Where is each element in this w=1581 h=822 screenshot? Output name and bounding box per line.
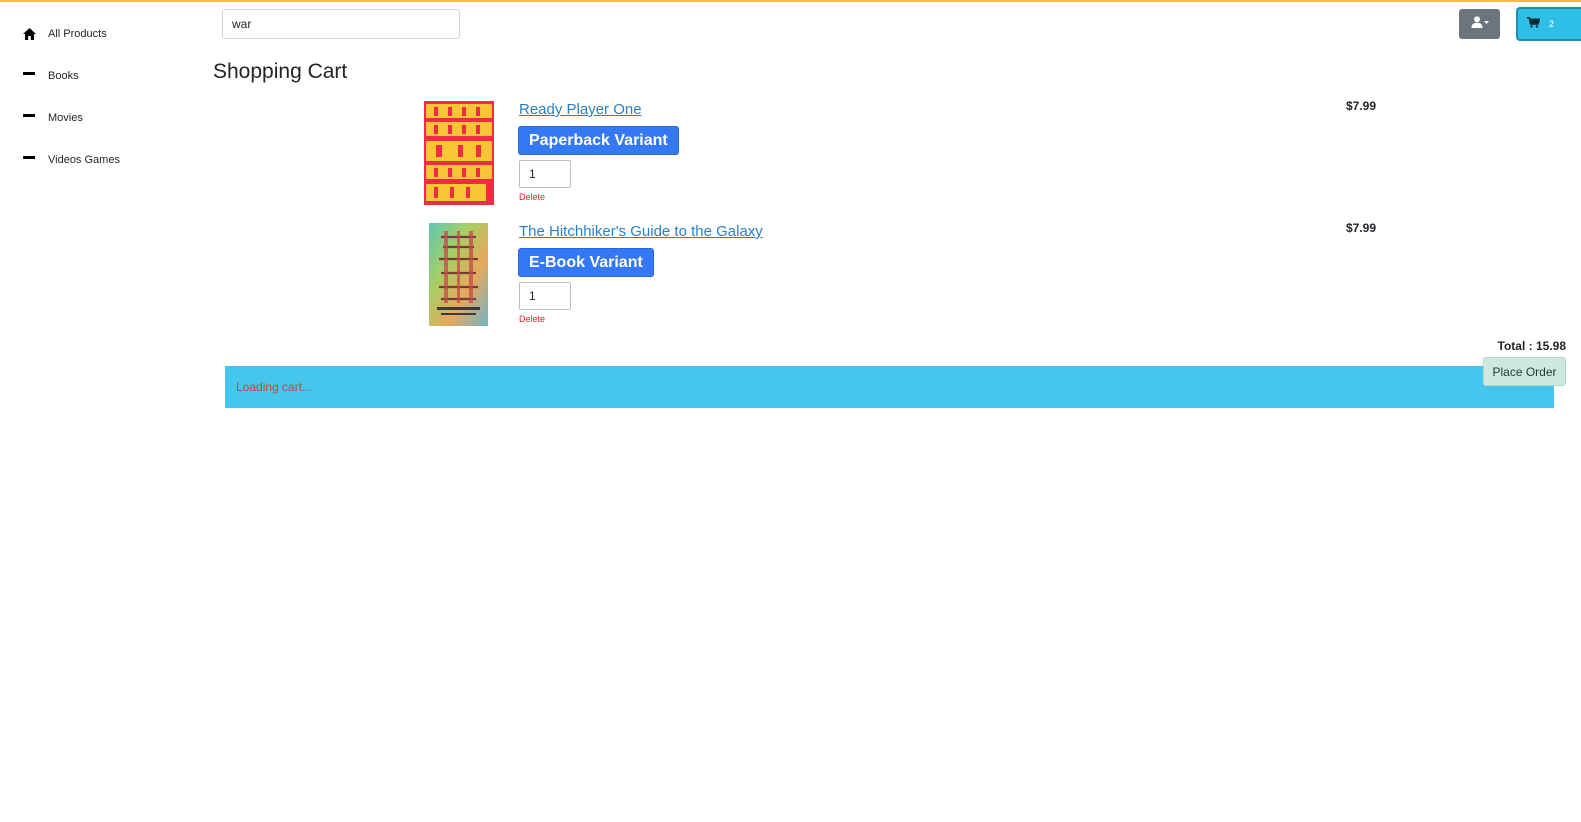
sidebar: All Products Books Movies Videos Games	[22, 24, 202, 192]
home-icon	[22, 27, 36, 41]
dash-icon	[22, 153, 36, 167]
delete-link[interactable]: Delete	[519, 314, 545, 324]
quantity-input[interactable]	[519, 282, 571, 310]
user-menu-button[interactable]	[1459, 9, 1500, 39]
search-input[interactable]	[222, 9, 460, 39]
product-title-link[interactable]: The Hitchhiker's Guide to the Galaxy	[519, 223, 763, 240]
sidebar-item-label: Books	[48, 70, 79, 82]
sidebar-item-all-products[interactable]: All Products	[22, 24, 202, 44]
item-price: $7.99	[1346, 221, 1377, 235]
sidebar-item-label: All Products	[48, 28, 107, 40]
item-price: $7.99	[1346, 99, 1377, 113]
delete-link[interactable]: Delete	[519, 192, 545, 202]
cart-icon	[1527, 15, 1541, 33]
dash-icon	[22, 69, 36, 83]
quantity-input[interactable]	[519, 160, 571, 188]
dash-icon	[22, 111, 36, 125]
product-cover-image[interactable]	[424, 101, 494, 205]
user-icon	[1471, 15, 1489, 33]
cart-total: Total : 15.98	[1497, 339, 1566, 353]
cart-status-bar: Loading cart...	[225, 366, 1554, 408]
cart-count-badge: 2	[1549, 19, 1555, 29]
product-title-link[interactable]: Ready Player One	[519, 101, 642, 118]
sidebar-item-books[interactable]: Books	[22, 66, 202, 86]
cart-item: Ready Player One Paperback Variant Delet…	[424, 99, 1384, 209]
variant-badge: E-Book Variant	[519, 249, 653, 276]
product-cover-image[interactable]	[429, 223, 488, 326]
variant-badge: Paperback Variant	[519, 127, 678, 154]
sidebar-item-label: Movies	[48, 112, 83, 124]
page-title: Shopping Cart	[213, 60, 348, 83]
cart-button[interactable]: 2	[1516, 7, 1581, 41]
sidebar-item-movies[interactable]: Movies	[22, 108, 202, 128]
cart-item: The Hitchhiker's Guide to the Galaxy E-B…	[424, 221, 1384, 331]
place-order-button[interactable]: Place Order	[1483, 357, 1566, 386]
sidebar-item-video-games[interactable]: Videos Games	[22, 150, 202, 170]
sidebar-item-label: Videos Games	[48, 154, 120, 166]
